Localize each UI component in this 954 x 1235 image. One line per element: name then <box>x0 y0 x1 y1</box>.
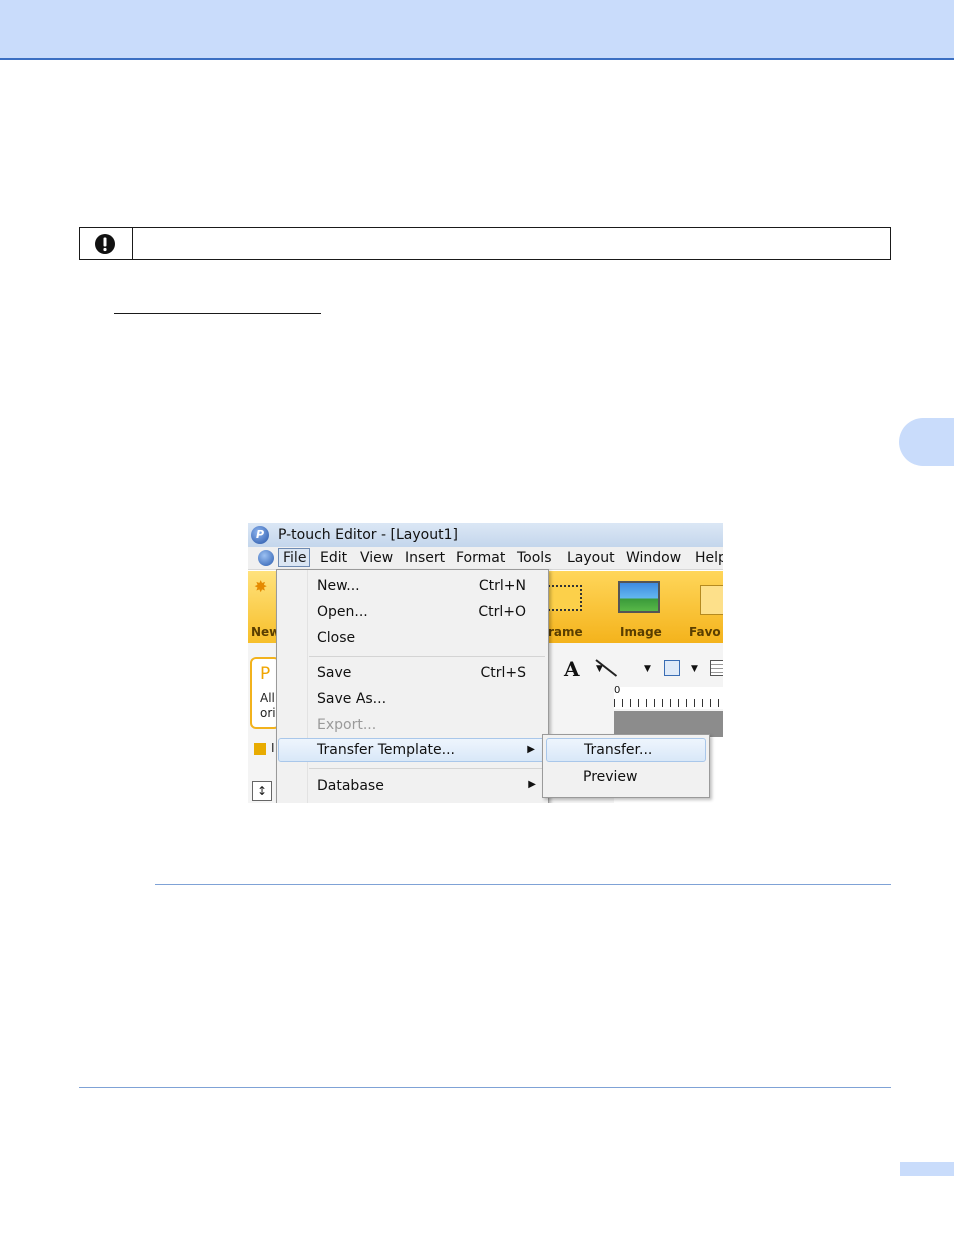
side-panel-bullet-icon <box>254 743 266 755</box>
exclamation-icon <box>95 234 115 254</box>
important-note-box <box>79 227 891 260</box>
menu-item-database[interactable]: Database ▶ <box>278 774 548 798</box>
submenu-item-preview[interactable]: Preview <box>546 765 706 789</box>
menu-item-new-label: New... <box>317 578 360 594</box>
menu-edit[interactable]: Edit <box>320 550 347 566</box>
menu-separator <box>309 656 545 657</box>
submenu-item-transfer-label: Transfer... <box>584 742 653 758</box>
side-panel-item: I <box>271 741 275 755</box>
menu-item-new-shortcut: Ctrl+N <box>478 578 526 594</box>
header-band <box>0 0 954 60</box>
shape-tool-icon[interactable] <box>664 660 680 676</box>
new-button[interactable]: ✸ New <box>248 571 280 643</box>
app-menu-icon[interactable] <box>258 550 274 566</box>
menu-view[interactable]: View <box>360 550 393 566</box>
menu-item-open[interactable]: Open... Ctrl+O <box>278 600 548 624</box>
menu-window[interactable]: Window <box>626 550 681 566</box>
menu-item-save-label: Save <box>317 665 352 681</box>
menu-item-close[interactable]: Close <box>278 626 548 650</box>
menu-format[interactable]: Format <box>456 550 505 566</box>
title-bar: P P-touch Editor - [Layout1] <box>248 523 723 547</box>
menu-file-label: File <box>283 550 307 566</box>
menu-insert[interactable]: Insert <box>405 550 445 566</box>
image-label: Image <box>620 625 662 639</box>
note-icon-cell <box>80 228 133 259</box>
text-tool-icon[interactable]: A <box>564 657 580 681</box>
menu-item-transfer-template[interactable]: Transfer Template... ▶ <box>278 738 548 762</box>
submenu-item-transfer[interactable]: Transfer... <box>546 738 706 762</box>
menu-item-save-shortcut: Ctrl+S <box>480 665 526 681</box>
transfer-template-submenu: Transfer... Preview <box>542 734 710 798</box>
line-tool-dropdown-icon[interactable]: ▼ <box>644 664 651 674</box>
p-touch-editor-screenshot: P P-touch Editor - [Layout1] File Edit V… <box>248 523 723 803</box>
menu-item-close-label: Close <box>317 630 356 646</box>
underline-link <box>114 313 321 314</box>
favorites-folder-icon[interactable] <box>700 585 723 615</box>
menu-item-database-label: Database <box>317 778 384 794</box>
shape-tool-dropdown-icon[interactable]: ▼ <box>691 664 698 674</box>
submenu-item-preview-label: Preview <box>583 769 638 785</box>
menu-item-open-shortcut: Ctrl+O <box>478 604 526 620</box>
menu-item-export-label: Export... <box>317 717 377 733</box>
menu-tools[interactable]: Tools <box>517 550 552 566</box>
resize-handle-icon[interactable]: ↕ <box>252 781 272 801</box>
file-menu-dropdown: New... Ctrl+N Open... Ctrl+O Close Save … <box>276 569 549 803</box>
menu-item-open-label: Open... <box>317 604 368 620</box>
menu-item-save-as[interactable]: Save As... <box>278 687 548 711</box>
table-tool-icon[interactable] <box>710 660 723 676</box>
side-panel-line2: ori <box>260 706 276 720</box>
menu-item-new[interactable]: New... Ctrl+N <box>278 574 548 598</box>
side-panel-line1: All <box>260 691 275 705</box>
chapter-tab <box>899 418 954 466</box>
side-panel-letter: P <box>260 664 271 684</box>
menu-separator <box>309 768 545 769</box>
menu-bar: File Edit View Insert Format Tools Layou… <box>248 547 723 570</box>
p-touch-app-icon: P <box>251 526 269 544</box>
submenu-arrow-icon: ▶ <box>528 779 536 790</box>
menu-help[interactable]: Help <box>695 550 723 566</box>
window-title: P-touch Editor - [Layout1] <box>278 527 458 543</box>
page-number-bar <box>900 1162 954 1176</box>
new-star-icon: ✸ <box>254 577 268 596</box>
menu-layout[interactable]: Layout <box>567 550 615 566</box>
favorites-label: Favo <box>689 625 721 639</box>
horizontal-ruler <box>614 687 723 709</box>
note-rule-bottom <box>79 1087 891 1088</box>
image-icon[interactable] <box>618 581 660 613</box>
frame-icon[interactable] <box>544 585 582 611</box>
menu-item-transfer-template-label: Transfer Template... <box>317 742 455 758</box>
submenu-arrow-icon: ▶ <box>527 744 535 755</box>
ruler-zero-label: 0 <box>614 685 621 696</box>
note-rule-top <box>155 884 891 885</box>
menu-item-save[interactable]: Save Ctrl+S <box>278 661 548 685</box>
frame-label: rame <box>548 625 583 639</box>
menu-item-save-as-label: Save As... <box>317 691 387 707</box>
menu-file[interactable]: File <box>278 548 310 567</box>
menu-item-export: Export... <box>278 713 548 737</box>
